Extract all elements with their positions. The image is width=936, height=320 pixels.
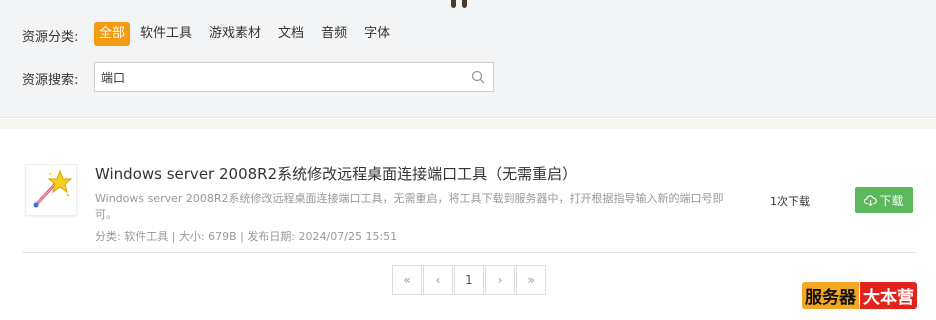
category-all[interactable]: 全部: [94, 22, 131, 46]
search-icon[interactable]: [463, 63, 493, 91]
watermark-logo: 服务器 大本营: [802, 282, 917, 309]
watermark-part-2: 大本营: [860, 282, 917, 309]
category-game-assets[interactable]: 游戏素材: [209, 22, 261, 46]
resource-meta: 分类: 软件工具 | 大小: 679B | 发布日期: 2024/07/25 1…: [95, 230, 398, 243]
pagination: « ‹ 1 › »: [392, 265, 547, 295]
resource-item: Windows server 2008R2系统修改远程桌面连接端口工具（无需重启…: [22, 150, 917, 252]
search-box: [94, 62, 494, 92]
download-label: 下载: [879, 193, 904, 208]
category-audio[interactable]: 音频: [321, 22, 347, 46]
category-fonts[interactable]: 字体: [364, 22, 390, 46]
watermark-part-1: 服务器: [802, 282, 859, 309]
item-divider: [22, 252, 917, 253]
category-tabs: 全部 软件工具 游戏素材 文档 音频 字体: [94, 22, 407, 46]
search-label: 资源搜索:: [22, 73, 79, 88]
category-software-tools[interactable]: 软件工具: [140, 22, 192, 46]
download-count: 1次下载: [770, 195, 810, 208]
resource-title[interactable]: Windows server 2008R2系统修改远程桌面连接端口工具（无需重启…: [95, 163, 577, 184]
magic-wand-star-icon[interactable]: [25, 164, 77, 216]
download-button[interactable]: 下载: [855, 187, 913, 213]
category-documents[interactable]: 文档: [278, 22, 304, 46]
cloud-download-icon: [864, 194, 878, 206]
last-page-button[interactable]: »: [516, 265, 546, 295]
page-number-button[interactable]: 1: [454, 265, 484, 295]
category-label: 资源分类:: [22, 30, 79, 45]
prev-page-button[interactable]: ‹: [423, 265, 453, 295]
next-page-button[interactable]: ›: [485, 265, 515, 295]
filter-panel: 资源分类: 全部 软件工具 游戏素材 文档 音频 字体 资源搜索:: [0, 0, 936, 118]
separator-band: [0, 119, 936, 129]
mascot-feet-icon: [449, 0, 469, 8]
resource-description: Windows server 2008R2系统修改远程桌面连接端口工具，无需重启…: [95, 192, 724, 221]
first-page-button[interactable]: «: [392, 265, 422, 295]
search-input[interactable]: [95, 63, 463, 91]
